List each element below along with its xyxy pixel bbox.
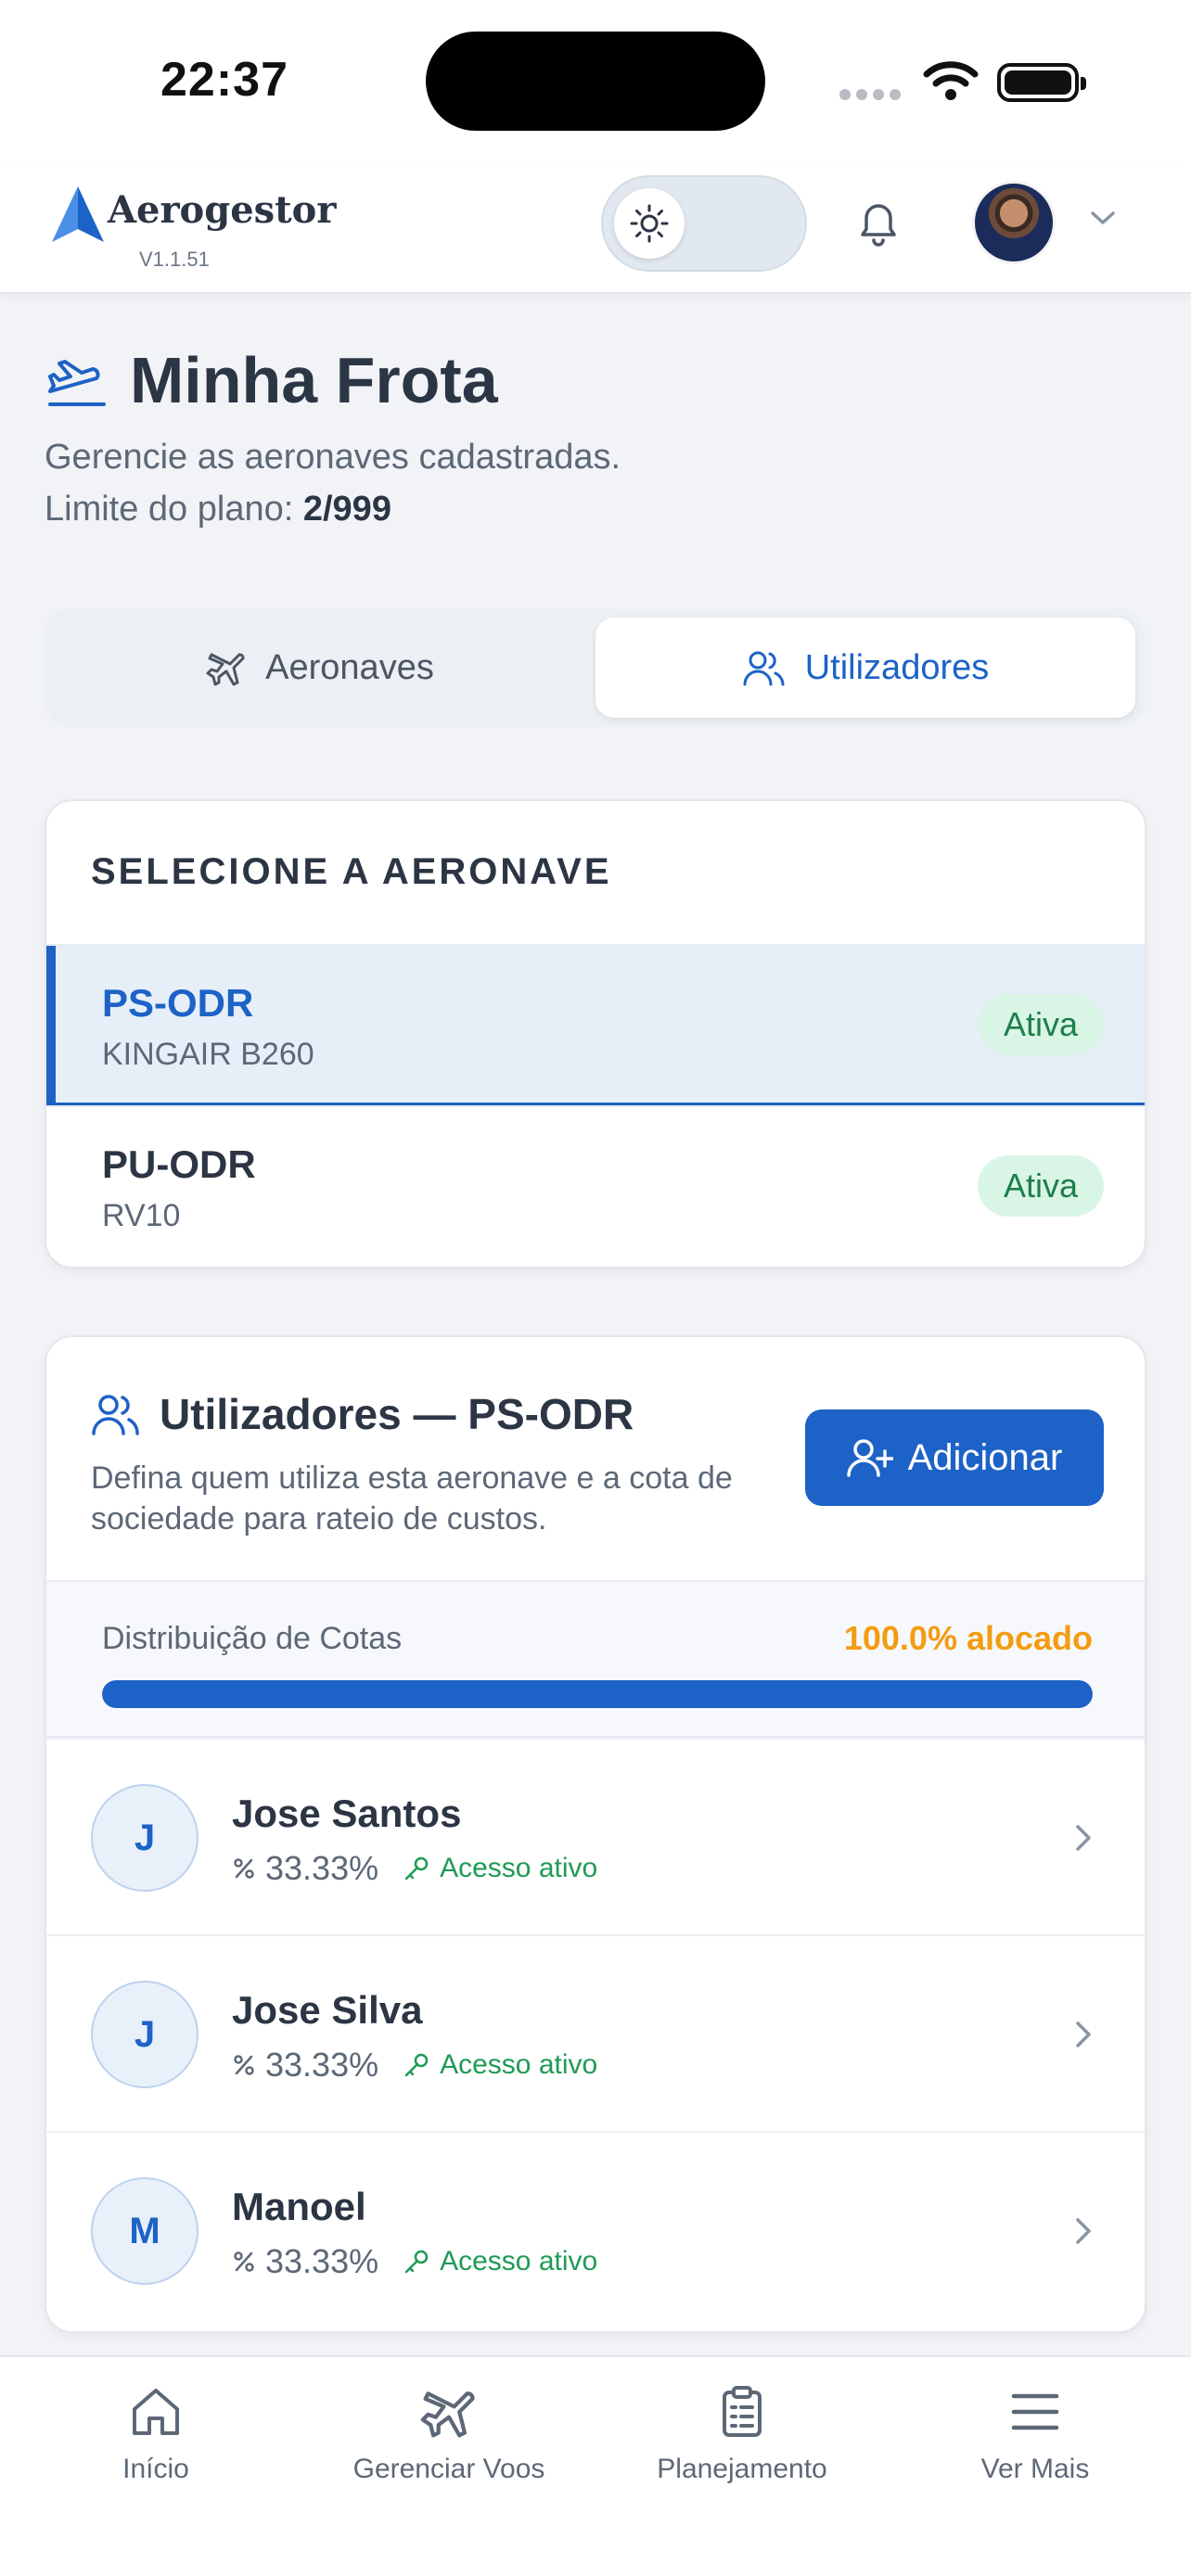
access-label: Acesso ativo xyxy=(440,1853,598,1883)
clipboard-icon xyxy=(723,2386,762,2437)
signal-icon xyxy=(839,89,904,102)
access-status: Acesso ativo xyxy=(403,1853,597,1884)
plan-limit-label: Limite do plano: xyxy=(45,490,294,529)
chevron-right-icon xyxy=(1076,2021,1091,2047)
user-initial-avatar: J xyxy=(91,1784,198,1892)
quota-value: 100.0% alocado xyxy=(843,1619,1093,1657)
plane-icon xyxy=(206,653,245,686)
status-badge: Ativa xyxy=(977,1155,1104,1217)
key-icon xyxy=(404,2250,429,2274)
status-bar: 22:37 xyxy=(0,0,1191,162)
quota-progress-fill xyxy=(102,1680,1093,1708)
nav-label: Ver Mais xyxy=(980,2454,1090,2484)
percent-icon xyxy=(234,1858,254,1879)
aircraft-model: KINGAIR B260 xyxy=(102,1037,314,1072)
tab-bar: Aeronaves Utilizadores xyxy=(45,608,1145,727)
page-title: Minha Frota xyxy=(130,344,498,416)
bottom-nav: Início Gerenciar Voos Planejamento Ver M… xyxy=(0,2355,1191,2576)
nav-inicio[interactable]: Início xyxy=(17,2379,295,2485)
tab-label: Utilizadores xyxy=(804,647,990,687)
add-user-button[interactable]: Adicionar xyxy=(805,1409,1104,1506)
app-bar: Aerogestor V1.1.51 xyxy=(0,162,1191,294)
users-card: Utilizadores — PS-ODR Defina quem utiliz… xyxy=(45,1335,1146,2333)
users-icon xyxy=(743,651,785,686)
user-share: 33.33% xyxy=(265,1849,379,1887)
chevron-right-icon xyxy=(1076,1825,1091,1851)
home-icon xyxy=(133,2389,179,2435)
percent-icon xyxy=(234,2251,254,2272)
nav-gerenciar-voos[interactable]: Gerenciar Voos xyxy=(310,2379,588,2485)
aircraft-item[interactable]: PS-ODR KINGAIR B260 Ativa xyxy=(46,944,1145,1105)
aircraft-registration: PS-ODR xyxy=(102,981,254,1025)
bell-icon[interactable] xyxy=(850,194,907,251)
access-label: Acesso ativo xyxy=(440,2246,598,2276)
avatar[interactable] xyxy=(972,181,1056,264)
aircraft-registration: PU-ODR xyxy=(102,1142,256,1186)
quota-label: Distribuição de Cotas xyxy=(102,1621,403,1656)
app-version: V1.1.51 xyxy=(139,248,210,271)
logo-icon xyxy=(52,186,104,242)
page-subtitle: Gerencie as aeronaves cadastradas. xyxy=(45,438,621,477)
aircraft-section-title: SELECIONE A AERONAVE xyxy=(91,851,612,892)
status-time: 22:37 xyxy=(160,53,288,107)
user-meta: 33.33% Acesso ativo xyxy=(232,1849,597,1888)
user-meta: 33.33% Acesso ativo xyxy=(232,2242,597,2281)
aircraft-selector-card: SELECIONE A AERONAVE PS-ODR KINGAIR B260… xyxy=(45,799,1146,1269)
key-icon xyxy=(404,1856,429,1881)
user-initial-avatar: J xyxy=(91,1981,198,2088)
tab-utilizadores[interactable]: Utilizadores xyxy=(596,618,1135,718)
key-icon xyxy=(404,2053,429,2077)
user-meta: 33.33% Acesso ativo xyxy=(232,2046,597,2085)
sun-icon xyxy=(614,188,685,259)
quota-progress-bar xyxy=(102,1680,1093,1708)
add-user-label: Adicionar xyxy=(907,1436,1063,1478)
theme-toggle[interactable] xyxy=(601,175,807,272)
user-row[interactable]: M Manoel 33.33% Acesso ativo xyxy=(46,2131,1145,2327)
user-name: Jose Silva xyxy=(232,1988,423,2032)
user-share: 33.33% xyxy=(265,2242,379,2280)
wifi-icon xyxy=(923,61,979,100)
chevron-right-icon xyxy=(1076,2218,1091,2244)
tab-aeronaves[interactable]: Aeronaves xyxy=(54,618,586,718)
aircraft-model: RV10 xyxy=(102,1198,181,1233)
quota-distribution: Distribuição de Cotas 100.0% alocado xyxy=(46,1580,1145,1738)
percent-icon xyxy=(234,2055,254,2075)
users-section-description: Defina quem utiliza esta aeronave e a co… xyxy=(91,1460,733,1537)
user-name: Manoel xyxy=(232,2185,366,2228)
nav-label: Gerenciar Voos xyxy=(352,2454,545,2484)
users-section-title: Utilizadores — PS-ODR xyxy=(160,1390,634,1438)
status-badge: Ativa xyxy=(977,994,1104,1055)
user-share: 33.33% xyxy=(265,2046,379,2084)
plan-limit-value: 2/999 xyxy=(302,490,391,529)
plane-icon xyxy=(420,2391,475,2438)
chevron-down-icon[interactable] xyxy=(1087,207,1119,229)
plan-limit: Limite do plano: 2/999 xyxy=(45,490,391,529)
users-icon xyxy=(92,1395,139,1435)
aircraft-item[interactable]: PU-ODR RV10 Ativa xyxy=(46,1105,1145,1267)
access-status: Acesso ativo xyxy=(403,2246,597,2277)
battery-icon xyxy=(997,63,1086,102)
menu-icon xyxy=(1011,2393,1059,2430)
brand-name: Aerogestor xyxy=(108,188,337,232)
user-plus-icon xyxy=(846,1439,893,1477)
nav-planejamento[interactable]: Planejamento xyxy=(603,2379,881,2485)
nav-label: Planejamento xyxy=(657,2454,827,2484)
user-initial-avatar: M xyxy=(91,2177,198,2285)
dynamic-island xyxy=(426,32,765,131)
access-status: Acesso ativo xyxy=(403,2049,597,2081)
tab-label: Aeronaves xyxy=(265,647,434,687)
user-name: Jose Santos xyxy=(232,1792,462,1835)
plane-takeoff-icon xyxy=(48,360,106,406)
user-row[interactable]: J Jose Santos 33.33% Acesso ativo xyxy=(46,1738,1145,1934)
user-row[interactable]: J Jose Silva 33.33% Acesso ativo xyxy=(46,1934,1145,2131)
nav-label: Início xyxy=(122,2454,189,2484)
access-label: Acesso ativo xyxy=(440,2049,598,2080)
nav-ver-mais[interactable]: Ver Mais xyxy=(896,2379,1174,2485)
